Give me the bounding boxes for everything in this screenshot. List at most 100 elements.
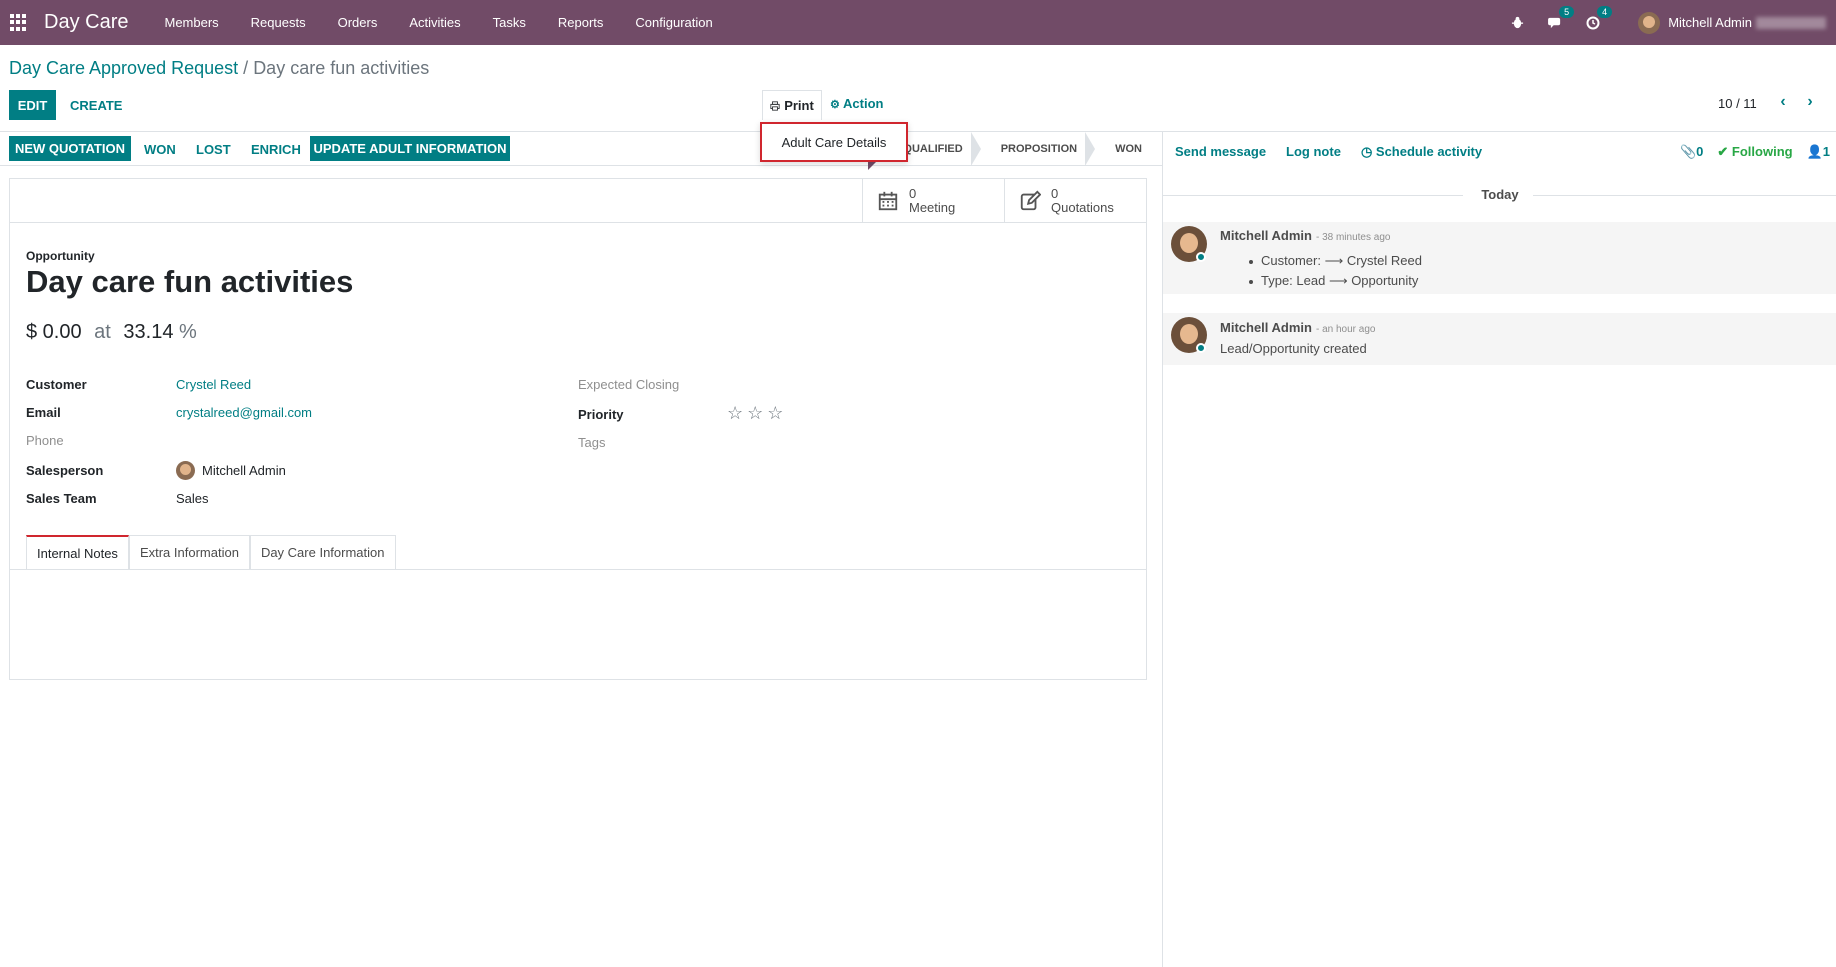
menu-tasks[interactable]: Tasks bbox=[493, 15, 526, 30]
customer-label: Customer bbox=[26, 377, 87, 392]
priority-stars: ☆ ☆ ☆ bbox=[727, 403, 783, 424]
print-dropdown-menu: Adult Care Details bbox=[760, 122, 908, 162]
attachments-count: 0 bbox=[1696, 144, 1704, 159]
user-icon: 👤 bbox=[1806, 144, 1823, 159]
menu-orders[interactable]: Orders bbox=[338, 15, 378, 30]
priority-star-icon[interactable]: ☆ bbox=[727, 403, 743, 424]
quotations-count: 0 bbox=[1051, 186, 1059, 201]
salesperson-value[interactable]: Mitchell Admin bbox=[202, 463, 286, 478]
user-name: Mitchell Admin bbox=[1668, 15, 1752, 30]
breadcrumb-parent[interactable]: Day Care Approved Request bbox=[9, 58, 238, 78]
stage-pipeline: QUALIFIED PROPOSITION WON bbox=[883, 132, 1160, 166]
message-author[interactable]: Mitchell Admin - 38 minutes ago bbox=[1220, 228, 1390, 243]
messages-badge: 5 bbox=[1559, 5, 1575, 18]
activity-clock-icon[interactable]: 4 bbox=[1584, 5, 1613, 32]
calendar-icon bbox=[878, 191, 898, 211]
attachments-button[interactable]: 📎0 bbox=[1680, 144, 1703, 160]
message-date: - an hour ago bbox=[1315, 324, 1376, 335]
meeting-smart-button[interactable]: 0 Meeting bbox=[862, 179, 1004, 223]
schedule-activity-label: Schedule activity bbox=[1375, 144, 1483, 159]
create-button[interactable]: CREATE bbox=[70, 98, 122, 113]
blurred-db-name bbox=[1756, 16, 1826, 29]
customer-value[interactable]: Crystel Reed bbox=[176, 377, 251, 392]
activities-badge: 4 bbox=[1597, 5, 1613, 18]
clock-icon: ◷ bbox=[1360, 144, 1373, 159]
meeting-count: 0 bbox=[909, 186, 917, 201]
menu-activities[interactable]: Activities bbox=[409, 15, 460, 30]
print-menu-adult-care-details[interactable]: Adult Care Details bbox=[782, 135, 887, 150]
online-status-dot bbox=[1196, 343, 1206, 353]
debug-bug-icon[interactable] bbox=[1508, 14, 1526, 32]
tracking-value-line: Type: Lead ⟶ Opportunity bbox=[1249, 273, 1418, 289]
tab-extra-information[interactable]: Extra Information bbox=[128, 535, 250, 569]
smart-buttons-bar: 0 Meeting 0 Quotations bbox=[10, 179, 1146, 223]
messaging-chat-icon[interactable]: 5 bbox=[1546, 5, 1575, 32]
printer-icon bbox=[770, 100, 780, 111]
lost-button[interactable]: LOST bbox=[196, 142, 231, 157]
priority-star-icon[interactable]: ☆ bbox=[747, 403, 763, 424]
sales-team-value[interactable]: Sales bbox=[176, 491, 209, 506]
online-status-dot bbox=[1196, 252, 1206, 262]
stage-proposition[interactable]: PROPOSITION bbox=[981, 132, 1096, 166]
action-button[interactable]: ⚙ Action bbox=[830, 96, 883, 111]
won-button[interactable]: WON bbox=[144, 142, 176, 157]
edit-button[interactable]: EDIT bbox=[9, 90, 56, 120]
followers-button[interactable]: 👤1 bbox=[1807, 144, 1830, 160]
quotations-smart-button[interactable]: 0 Quotations bbox=[1004, 179, 1146, 223]
stage-won[interactable]: WON bbox=[1095, 132, 1160, 166]
new-quotation-button[interactable]: NEW QUOTATION bbox=[9, 136, 131, 161]
priority-label: Priority bbox=[578, 407, 624, 422]
chatter-topbar: Send message Log note ◷ Schedule activit… bbox=[1175, 144, 1482, 160]
notebook-tabs: Internal Notes Extra Information Day Car… bbox=[26, 535, 396, 569]
user-avatar bbox=[1638, 11, 1661, 34]
message-author[interactable]: Mitchell Admin - an hour ago bbox=[1220, 320, 1375, 335]
following-button[interactable]: ✔ Following bbox=[1717, 144, 1792, 160]
apps-menu-icon[interactable] bbox=[10, 13, 28, 32]
user-menu[interactable]: Mitchell Admin bbox=[1638, 11, 1826, 34]
send-message-button[interactable]: Send message bbox=[1175, 144, 1266, 160]
enrich-button[interactable]: ENRICH bbox=[251, 142, 301, 157]
navbar-systray: 5 4 Mitchell Admin bbox=[1498, 0, 1836, 45]
pager-next-icon[interactable]: › bbox=[1800, 92, 1820, 112]
meeting-label: Meeting bbox=[909, 200, 956, 215]
paperclip-icon: 📎 bbox=[1679, 144, 1697, 159]
pager-previous-icon[interactable]: ‹ bbox=[1773, 92, 1793, 112]
email-value[interactable]: crystalreed@gmail.com bbox=[176, 405, 312, 420]
chatter-panel: Send message Log note ◷ Schedule activit… bbox=[1162, 132, 1836, 967]
top-navbar: Day Care Members Requests Orders Activit… bbox=[0, 0, 1836, 45]
tab-internal-notes[interactable]: Internal Notes bbox=[26, 535, 129, 569]
sales-team-label: Sales Team bbox=[26, 491, 97, 506]
tags-label: Tags bbox=[578, 435, 606, 450]
salesperson-avatar bbox=[176, 461, 195, 480]
breadcrumb-separator: / bbox=[243, 58, 249, 78]
tabs-divider bbox=[10, 569, 1146, 570]
message-date: - 38 minutes ago bbox=[1315, 232, 1391, 243]
menu-configuration[interactable]: Configuration bbox=[635, 15, 712, 30]
menu-requests[interactable]: Requests bbox=[251, 15, 306, 30]
percent-sign: % bbox=[179, 321, 197, 343]
followers-count: 1 bbox=[1822, 144, 1830, 159]
quotations-label: Quotations bbox=[1051, 200, 1114, 215]
record-type-label: Opportunity bbox=[26, 249, 95, 263]
chatter-counters: 📎0 ✔ Following 👤1 bbox=[1680, 144, 1830, 160]
gear-icon: ⚙ bbox=[830, 99, 840, 111]
phone-label: Phone bbox=[26, 433, 64, 448]
app-brand[interactable]: Day Care bbox=[44, 11, 128, 34]
log-note-button[interactable]: Log note bbox=[1286, 144, 1341, 160]
print-button[interactable]: Print bbox=[762, 90, 822, 120]
chatter-message: Mitchell Admin - 38 minutes ago Customer:… bbox=[1163, 222, 1836, 294]
menu-reports[interactable]: Reports bbox=[558, 15, 604, 30]
menu-members[interactable]: Members bbox=[164, 15, 218, 30]
tab-day-care-information[interactable]: Day Care Information bbox=[249, 535, 396, 569]
action-label: Action bbox=[843, 96, 884, 111]
edit-document-icon bbox=[1020, 190, 1041, 211]
priority-star-icon[interactable]: ☆ bbox=[767, 403, 783, 424]
salesperson-label: Salesperson bbox=[26, 463, 104, 478]
pager-value[interactable]: 10 / 11 bbox=[1718, 96, 1757, 111]
update-adult-information-button[interactable]: UPDATE ADULT INFORMATION bbox=[310, 136, 510, 161]
expected-revenue[interactable]: $ 0.00 bbox=[26, 321, 82, 343]
tracking-value-line: Customer: ⟶ Crystel Reed bbox=[1249, 253, 1422, 269]
email-label: Email bbox=[26, 405, 61, 420]
schedule-activity-button[interactable]: ◷ Schedule activity bbox=[1361, 144, 1482, 160]
probability[interactable]: 33.14 bbox=[123, 321, 173, 343]
